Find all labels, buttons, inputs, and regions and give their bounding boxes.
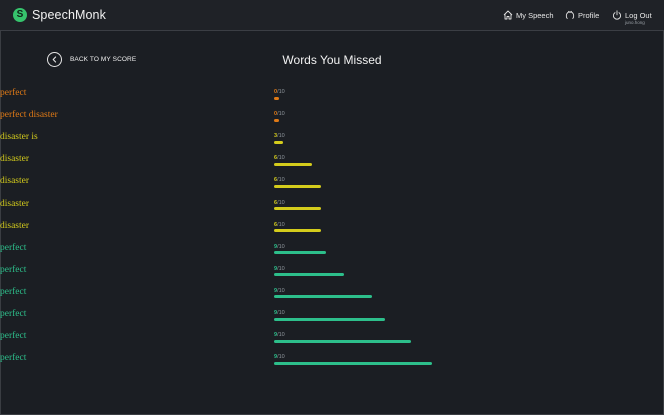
word-score-bar xyxy=(274,140,283,144)
home-icon xyxy=(503,10,513,20)
nav-profile-label: Profile xyxy=(578,11,600,20)
word-score: 6/10 xyxy=(274,222,285,228)
word-score-bar xyxy=(274,96,279,100)
word-score-bar xyxy=(274,361,432,365)
nav-my-speech-label: My Speech xyxy=(516,11,554,20)
word-score-bar xyxy=(274,162,312,166)
profile-icon xyxy=(565,10,575,19)
page-title: Words You Missed xyxy=(282,53,382,67)
word-score-bar xyxy=(274,207,321,210)
nav-logout-label: Log Out xyxy=(625,11,652,20)
word-score: 6/10 xyxy=(274,177,285,183)
word-score-bar xyxy=(274,229,321,233)
word-score: 9/10 xyxy=(274,354,285,360)
word-score: 0/10 xyxy=(274,89,285,95)
word-score-max: /10 xyxy=(277,287,285,294)
word-score-bar xyxy=(274,273,344,277)
word-score: 6/10 xyxy=(274,155,285,161)
top-navigation-bar: S SpeechMonk My Speech Profile Log Out j… xyxy=(0,0,664,31)
word-score-bar xyxy=(274,317,385,321)
back-to-score-label: BACK TO MY SCORE xyxy=(70,56,137,63)
word-score-max: /10 xyxy=(277,111,285,118)
word-score-max: /10 xyxy=(277,177,285,184)
word-score-max: /10 xyxy=(277,89,285,95)
word-score-max: /10 xyxy=(277,332,285,339)
brand-logo-icon: S xyxy=(13,8,27,22)
back-to-score-button[interactable]: BACK TO MY SCORE xyxy=(47,52,136,67)
word-score-max: /10 xyxy=(277,221,285,228)
word-score-max: /10 xyxy=(277,155,285,162)
word-score-max: /10 xyxy=(277,199,285,206)
word-score-max: /10 xyxy=(277,354,285,361)
nav-logout[interactable]: Log Out juno.hong xyxy=(612,10,652,25)
word-score: 3/10 xyxy=(274,133,285,139)
word-score-bar xyxy=(274,251,326,255)
power-icon xyxy=(612,10,622,20)
word-score-bar xyxy=(274,295,372,299)
word-score-max: /10 xyxy=(277,243,285,250)
brand[interactable]: S SpeechMonk xyxy=(13,8,106,22)
word-score-bar xyxy=(274,118,279,122)
word-score: 9/10 xyxy=(274,310,285,316)
logged-in-username: juno.hong xyxy=(625,20,645,25)
word-score: 0/10 xyxy=(274,111,285,117)
word-score-bar xyxy=(274,184,321,188)
word-score-max: /10 xyxy=(277,265,285,272)
word-score: 9/10 xyxy=(274,244,285,250)
word-score: 6/10 xyxy=(274,200,285,206)
word-score: 9/10 xyxy=(274,266,285,272)
word-score-bar xyxy=(274,339,411,343)
word-score: 9/10 xyxy=(274,332,285,338)
word-score-max: /10 xyxy=(277,310,285,316)
back-arrow-icon xyxy=(47,52,62,67)
brand-name: SpeechMonk xyxy=(32,8,106,22)
nav-profile[interactable]: Profile xyxy=(565,10,599,20)
word-score-max: /10 xyxy=(277,133,285,140)
nav-my-speech[interactable]: My Speech xyxy=(503,10,554,20)
word-score: 9/10 xyxy=(274,288,285,294)
